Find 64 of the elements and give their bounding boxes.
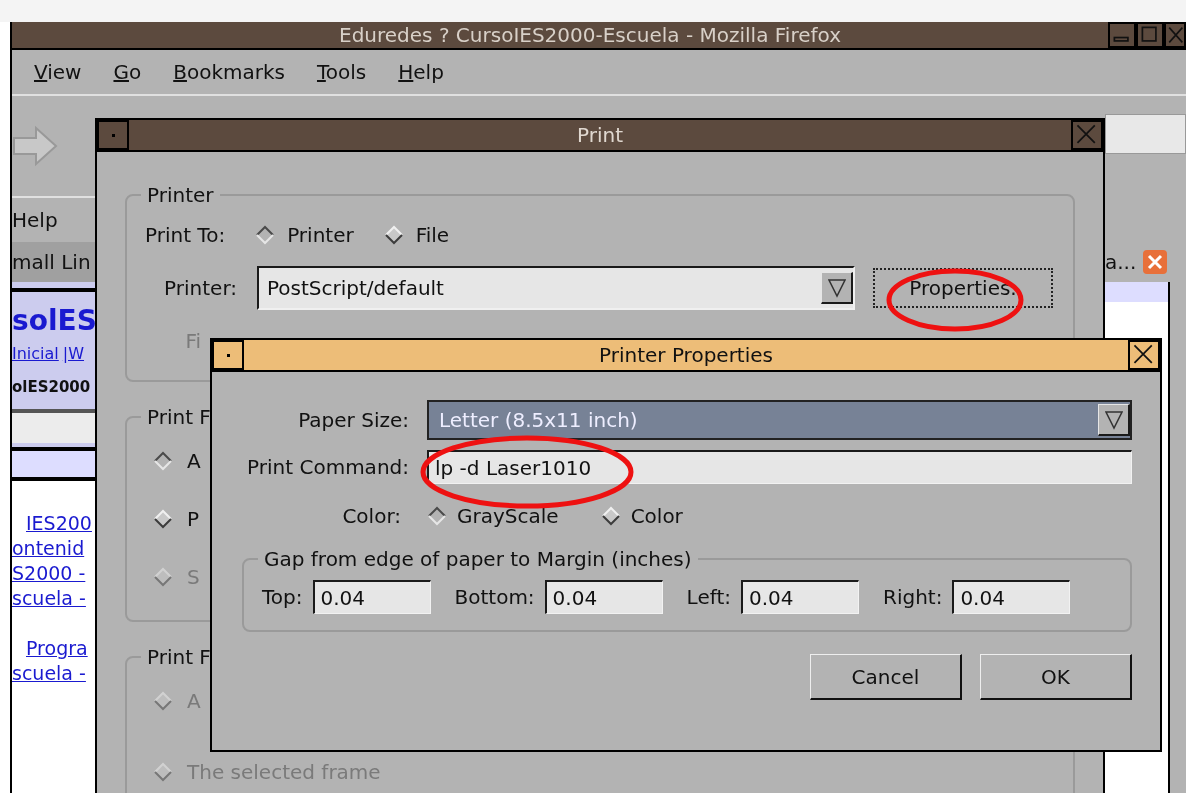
dialog-title: Printer Properties [598, 342, 774, 369]
field-label: Top: [262, 584, 303, 611]
page-heading: solES [12, 303, 97, 339]
group-title: Printer [146, 182, 215, 209]
page-link[interactable]: IES200 [12, 510, 97, 536]
radio-diamond[interactable] [153, 451, 173, 471]
page-link[interactable]: scuela - [12, 585, 97, 611]
field-label: Right: [883, 584, 943, 611]
toolbar-label[interactable]: Help [12, 205, 58, 235]
triangle-down-icon [1104, 409, 1123, 430]
scrollbar[interactable] [1168, 282, 1186, 793]
radio-diamond[interactable] [600, 506, 621, 526]
menu-item[interactable]: Bookmarks [173, 57, 285, 87]
page-link[interactable]: ontenid [12, 535, 97, 561]
field-label: Print Command: [246, 454, 410, 481]
page-link[interactable]: S2000 - [12, 560, 97, 586]
radio-diamond[interactable] [255, 225, 276, 245]
margin-field[interactable]: 0.04 [741, 580, 859, 614]
page-subheading: olES2000 [12, 377, 92, 398]
radio-label[interactable]: A [187, 446, 201, 476]
dropdown-arrow-button[interactable] [1098, 404, 1130, 436]
radio-label[interactable]: Printer [287, 220, 354, 250]
group-title: Print F [146, 404, 212, 431]
margin-field[interactable]: 0.04 [544, 580, 663, 614]
menu-item[interactable]: Go [113, 57, 142, 87]
dialog-title: Print [576, 122, 624, 149]
page-link[interactable]: scuela - [12, 660, 97, 686]
printer-select[interactable]: PostScript/default [257, 266, 855, 310]
tab[interactable]: mall Lin [12, 242, 97, 282]
field-label: Left: [686, 584, 731, 611]
radio-label[interactable]: Color [630, 501, 683, 531]
print-command-field[interactable]: lp -d Laser1010 [427, 450, 1132, 484]
field-label: Fi [184, 328, 201, 355]
radio-label[interactable]: GrayScale [457, 501, 559, 531]
field-label: Printer: [163, 275, 238, 302]
window-menu-icon[interactable] [212, 340, 244, 370]
radio-diamond[interactable] [427, 506, 447, 526]
field-label: Bottom: [454, 584, 535, 611]
page-link[interactable]: Progra [12, 635, 97, 661]
radio-diamond[interactable] [153, 509, 173, 529]
address-field[interactable] [1105, 114, 1186, 154]
window-title: Eduredes ? CursoIES2000-Escuela - Mozilla Firefox [338, 22, 842, 49]
margin-field[interactable]: 0.04 [312, 580, 431, 614]
close-tab-icon[interactable] [1142, 249, 1169, 275]
field-label: Paper Size: [297, 407, 410, 434]
menu-item[interactable]: View [34, 57, 82, 87]
menu-item[interactable]: Help [398, 57, 444, 87]
dialog-button[interactable]: Cancel [810, 654, 962, 700]
triangle-down-icon [827, 277, 846, 298]
page-header [1105, 282, 1168, 302]
dropdown-arrow-button[interactable] [821, 272, 853, 304]
radio-label[interactable]: P [187, 504, 200, 534]
close-icon[interactable] [1128, 340, 1160, 370]
page-link[interactable]: Inicial [12, 342, 59, 366]
radio-label[interactable]: File [415, 220, 450, 250]
field-label: Color: [341, 503, 402, 530]
page-link[interactable]: |W [62, 342, 84, 366]
field-label: Print To: [145, 222, 226, 249]
menu-item[interactable]: Tools [317, 57, 367, 87]
radio-diamond[interactable] [383, 225, 404, 245]
group-title: Gap from edge of paper to Margin (inches) [263, 546, 693, 573]
group-title: Print F [146, 644, 212, 671]
dialog-button[interactable]: OK [980, 654, 1132, 700]
margin-field[interactable]: 0.04 [952, 580, 1071, 614]
